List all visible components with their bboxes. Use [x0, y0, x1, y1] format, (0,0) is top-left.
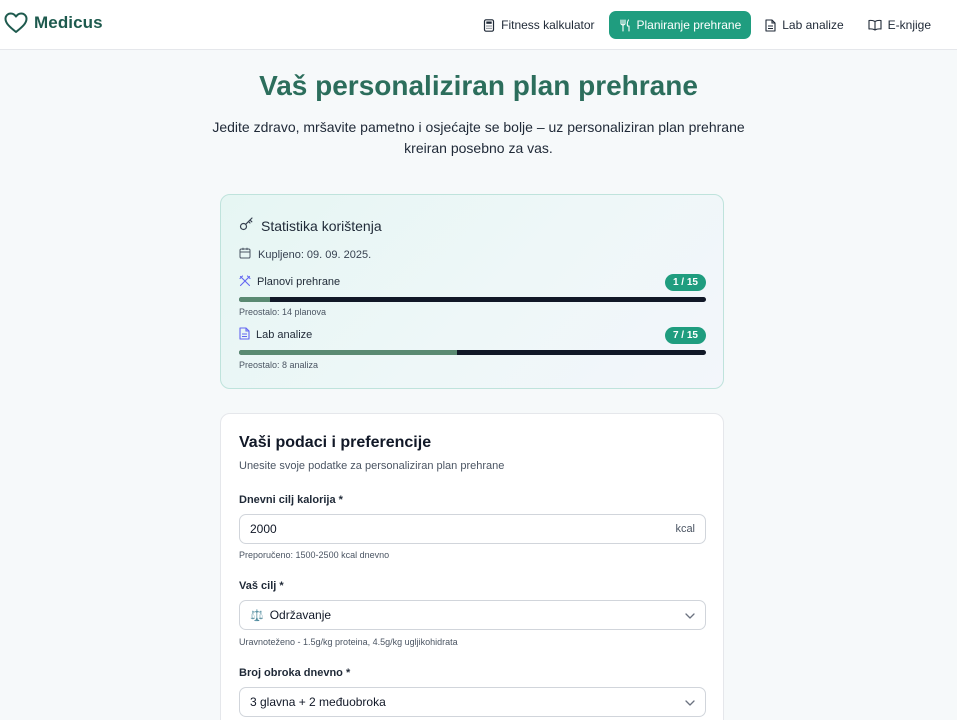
- meals-label: Broj obroka dnevno *: [239, 667, 351, 679]
- chevron-down-icon: [685, 608, 695, 622]
- top-navbar: Medicus Fitness kalkulator Planiranje pr…: [0, 0, 957, 50]
- progress-bar: [239, 297, 706, 302]
- goal-value: Održavanje: [269, 608, 332, 622]
- meals-value: 3 glavna + 2 međuobroka: [250, 695, 386, 709]
- progress-bar-fill: [239, 350, 457, 355]
- main-nav: Fitness kalkulator Planiranje prehrane L…: [473, 11, 941, 39]
- scale-icon: ⚖️: [250, 609, 264, 622]
- calories-label: Dnevni cilj kalorija *: [239, 494, 343, 506]
- nav-label: Lab analize: [782, 18, 844, 32]
- brand-name: Medicus: [34, 13, 103, 32]
- meals-select[interactable]: 3 glavna + 2 međuobroka: [239, 687, 706, 717]
- utensils-icon: [619, 18, 631, 32]
- utensils-crossed-icon: [239, 274, 251, 290]
- chevron-down-icon: [685, 695, 695, 709]
- calendar-icon: [239, 247, 251, 262]
- key-icon: [239, 216, 254, 236]
- purchase-date-text: Kupljeno: 09. 09. 2025.: [258, 248, 372, 261]
- usage-badge: 7 / 15: [664, 326, 706, 344]
- meter-label: Planovi prehrane: [257, 276, 341, 288]
- nav-ebooks[interactable]: E-knjige: [858, 11, 941, 39]
- page-subtitle: Jedite zdravo, mršavite pametno i osjeća…: [212, 119, 745, 156]
- meal-plans-meter: Planovi prehrane 1 / 15 Preostalo: 14 pl…: [239, 273, 706, 317]
- heart-icon: [4, 12, 28, 34]
- preferences-form-card: Vaši podaci i preferencije Unesite svoje…: [220, 413, 724, 720]
- form-title: Vaši podaci i preferencije: [239, 434, 432, 451]
- nav-label: Fitness kalkulator: [501, 18, 595, 32]
- stats-header: Statistika korištenja: [239, 216, 382, 236]
- file-text-icon: [765, 18, 776, 32]
- nav-label: Planiranje prehrane: [636, 18, 742, 32]
- usage-stats-card: Statistika korištenja Kupljeno: 09. 09. …: [220, 194, 724, 389]
- nav-label: E-knjige: [887, 18, 931, 32]
- remaining-note: Preostalo: 14 planova: [239, 307, 327, 317]
- progress-bar: [239, 350, 706, 355]
- nav-fitness-calculator[interactable]: Fitness kalkulator: [473, 11, 604, 39]
- purchase-date: Kupljeno: 09. 09. 2025.: [239, 247, 371, 262]
- usage-badge: 1 / 15: [664, 273, 706, 291]
- calories-input[interactable]: 2000 kcal: [239, 514, 706, 544]
- nav-meal-planning[interactable]: Planiranje prehrane: [608, 11, 752, 39]
- calories-unit: kcal: [675, 523, 695, 535]
- calories-hint: Preporučeno: 1500-2500 kcal dnevno: [239, 550, 390, 560]
- calculator-icon: [483, 18, 495, 32]
- goal-select[interactable]: ⚖️ Održavanje: [239, 600, 706, 630]
- stats-title: Statistika korištenja: [261, 218, 382, 234]
- progress-bar-fill: [239, 297, 271, 302]
- form-subtitle: Unesite svoje podatke za personaliziran …: [239, 460, 505, 472]
- book-open-icon: [868, 19, 882, 31]
- meter-label: Lab analize: [256, 329, 313, 341]
- remaining-note: Preostalo: 8 analiza: [239, 360, 319, 370]
- nav-lab-analyses[interactable]: Lab analize: [755, 11, 853, 39]
- calories-value: 2000: [250, 522, 277, 536]
- file-text-icon: [239, 327, 250, 343]
- goal-label: Vaš cilj *: [239, 580, 284, 592]
- brand-logo[interactable]: Medicus: [4, 12, 103, 34]
- goal-hint: Uravnoteženo - 1.5g/kg proteina, 4.5g/kg…: [239, 637, 458, 647]
- page-title: Vaš personaliziran plan prehrane: [259, 70, 698, 101]
- lab-analyses-meter: Lab analize 7 / 15 Preostalo: 8 analiza: [239, 326, 706, 370]
